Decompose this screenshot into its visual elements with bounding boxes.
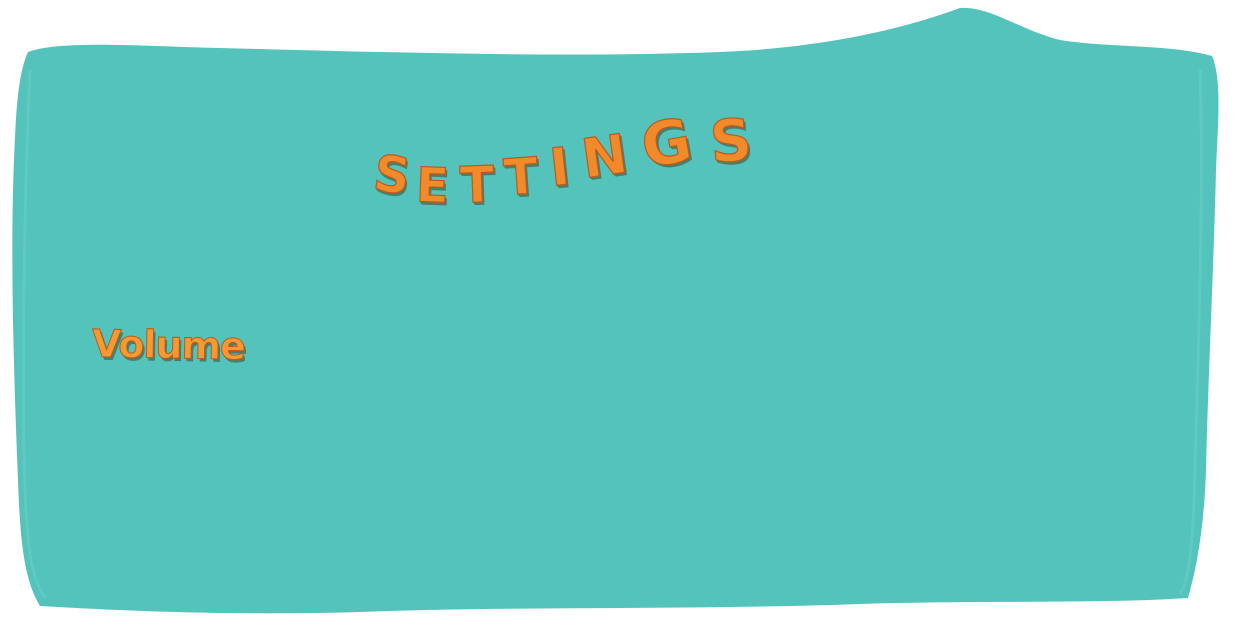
settings-panel-background [12,7,1219,614]
title-letter-t1: T [458,155,496,215]
title-letter-e: E [414,157,450,215]
title-letter-s2: S [707,105,755,177]
title-letter-t2: T [501,146,541,208]
painted-panel [12,7,1219,614]
title-letter-g: G [636,105,698,184]
title-letter-s1: S [370,143,415,207]
volume-label: Volume [91,321,246,369]
settings-title: S E T T I N G S [370,105,802,228]
title-letter-i: I [546,137,573,200]
settings-screen: S E T T I N G S Volume [0,0,1234,625]
title-letter-n: N [577,122,632,192]
